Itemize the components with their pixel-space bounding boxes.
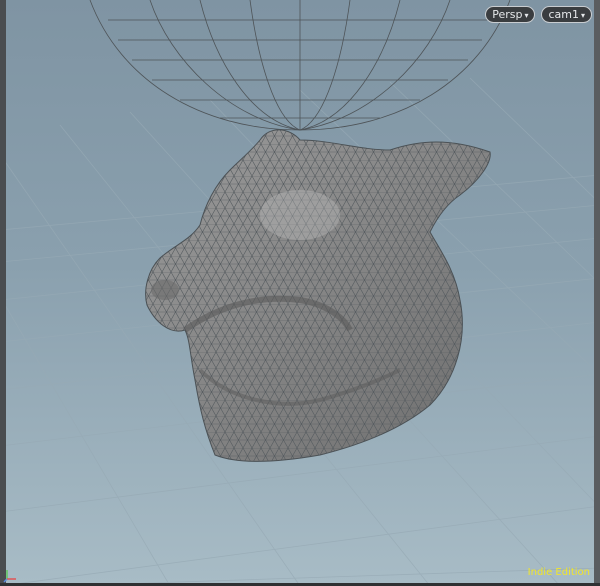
perspective-menu-label: Persp (492, 8, 523, 21)
camera-menu-button[interactable]: cam1 ▾ (541, 6, 592, 23)
viewport-frame-left (0, 0, 6, 586)
wireframe-sphere[interactable] (89, 0, 511, 131)
camera-menu-label: cam1 (548, 8, 579, 21)
head-mesh[interactable] (140, 120, 500, 470)
view-controls: Persp ▾ cam1 ▾ (485, 6, 592, 23)
viewport-frame-right (594, 0, 600, 586)
scene-viewport[interactable]: Persp ▾ cam1 ▾ Indie Edition (0, 0, 600, 586)
axis-gizmo-icon (3, 570, 16, 583)
chevron-down-icon: ▾ (524, 11, 529, 20)
perspective-menu-button[interactable]: Persp ▾ (485, 6, 536, 23)
edition-label: Indie Edition (527, 567, 590, 578)
chevron-down-icon: ▾ (580, 11, 585, 20)
viewport-scene[interactable] (0, 0, 600, 586)
